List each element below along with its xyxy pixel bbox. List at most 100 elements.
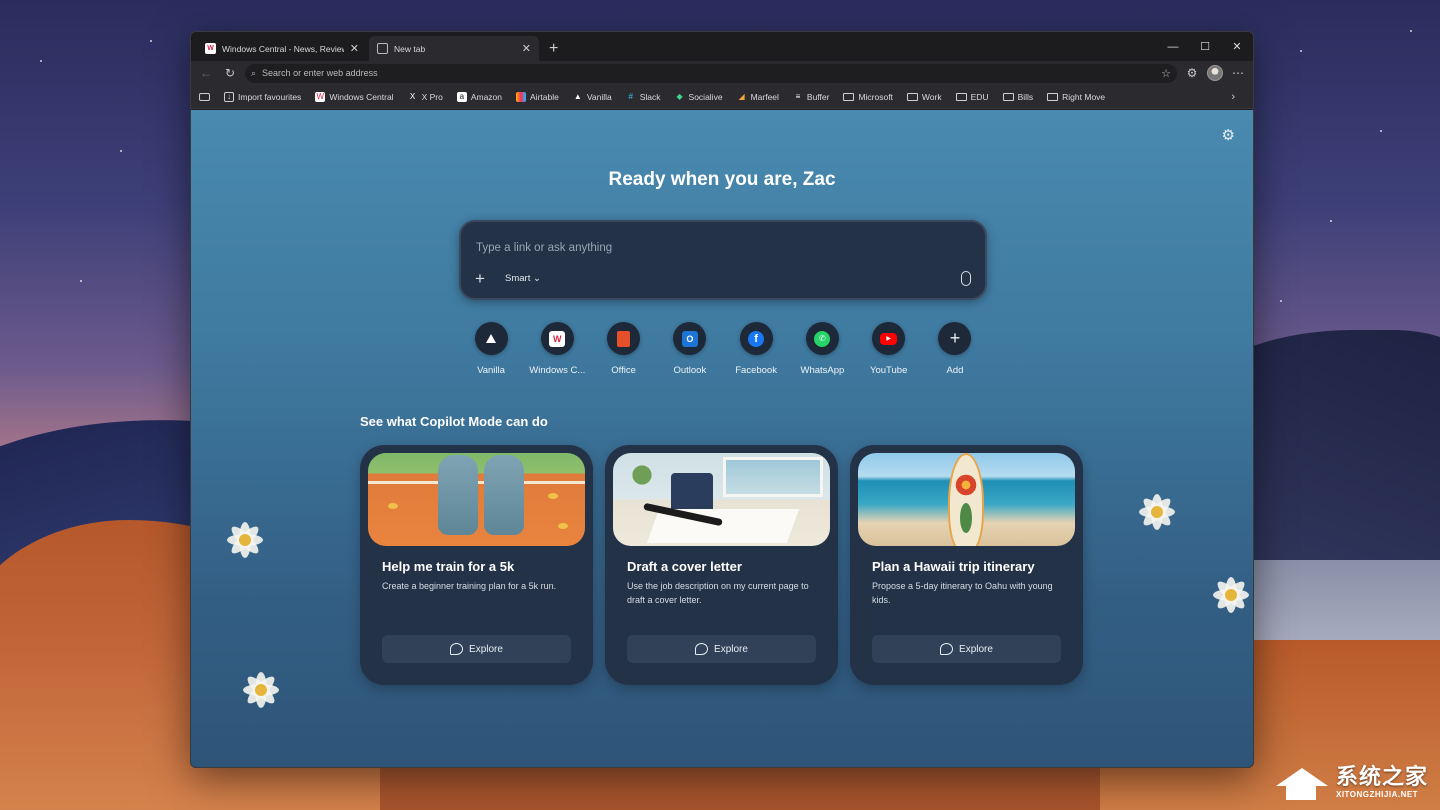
bookmark-amazon[interactable]: a Amazon xyxy=(456,91,502,102)
explore-button[interactable]: Explore xyxy=(382,635,571,663)
card-train-5k[interactable]: Help me train for a 5k Create a beginner… xyxy=(360,445,593,685)
close-window-button[interactable]: ✕ xyxy=(1221,32,1253,61)
shortcut-youtube[interactable]: ▶ YouTube xyxy=(857,322,921,376)
watermark-url: XITONGZHIJIA.NET xyxy=(1335,789,1419,799)
new-tab-button[interactable]: + xyxy=(549,41,558,57)
new-tab-page: ⚙ Ready when you are, Zac Type a link or… xyxy=(191,110,1253,767)
card-cover-letter[interactable]: Draft a cover letter Use the job descrip… xyxy=(605,445,838,685)
windows-central-icon: W xyxy=(549,330,566,347)
quick-links: Vanilla W Windows C... Office O Outlook … xyxy=(459,322,987,376)
chevron-right-icon[interactable]: › xyxy=(1231,91,1235,103)
daisy-decoration xyxy=(1127,482,1187,542)
card-description: Use the job description on my current pa… xyxy=(627,581,809,605)
watermark-text: 系统之家 xyxy=(1335,763,1428,789)
desk-scene-image xyxy=(613,453,830,546)
extensions-icon[interactable]: ⚙ xyxy=(1183,64,1201,82)
folder-icon xyxy=(955,92,967,101)
back-button[interactable]: ← xyxy=(197,64,215,82)
bookmark-vanilla[interactable]: ▲ Vanilla xyxy=(573,92,612,102)
chat-bubble-icon xyxy=(450,643,464,655)
daisy-decoration xyxy=(231,660,291,720)
bookmark-folder-microsoft[interactable]: Microsoft xyxy=(843,92,893,102)
browser-window: W Windows Central - News, Reviews ✕ New … xyxy=(190,31,1254,768)
navigation-toolbar: ← ↻ ⌕ Search or enter web address ☆ ⚙ ⋯ xyxy=(191,61,1253,85)
explore-button[interactable]: Explore xyxy=(872,635,1061,663)
page-settings-gear-icon[interactable]: ⚙ xyxy=(1222,126,1235,144)
shortcut-vanilla[interactable]: Vanilla xyxy=(459,322,523,376)
bookmark-folder-right-move[interactable]: Right Move xyxy=(1047,92,1105,102)
import-icon: ↓ xyxy=(224,91,234,102)
shortcut-whatsapp[interactable]: ✆ WhatsApp xyxy=(790,322,854,376)
folder-icon xyxy=(1002,92,1014,101)
shortcut-add[interactable]: + Add xyxy=(923,322,987,376)
card-description: Propose a 5-day itinerary to Oahu with y… xyxy=(872,581,1053,605)
facebook-icon: f xyxy=(748,330,765,347)
card-hawaii-trip[interactable]: Plan a Hawaii trip itinerary Propose a 5… xyxy=(850,445,1083,685)
folder-icon xyxy=(843,92,855,101)
marfeel-icon: ◢ xyxy=(738,92,745,101)
close-icon[interactable]: ✕ xyxy=(522,42,531,55)
shortcut-office[interactable]: Office xyxy=(592,322,656,376)
beach-surfboard-image xyxy=(858,453,1075,546)
bookmark-airtable[interactable]: Airtable xyxy=(516,91,559,102)
buffer-icon: ≡ xyxy=(795,92,801,101)
plus-icon: + xyxy=(949,328,961,348)
microphone-icon[interactable] xyxy=(961,271,971,286)
favorite-star-icon[interactable]: ☆ xyxy=(1161,67,1171,80)
tab-windows-central[interactable]: W Windows Central - News, Reviews ✕ xyxy=(197,36,367,61)
windows-central-favicon: W xyxy=(205,43,216,54)
explore-button[interactable]: Explore xyxy=(627,635,816,663)
bookmark-x-pro[interactable]: XX Pro xyxy=(408,92,443,102)
house-logo-icon xyxy=(1272,762,1330,802)
avatar[interactable] xyxy=(1207,65,1223,81)
copilot-cards: Help me train for a 5k Create a beginner… xyxy=(360,445,1083,685)
window-controls: — ☐ ✕ xyxy=(1157,32,1253,61)
office-icon xyxy=(617,330,631,347)
refresh-button[interactable]: ↻ xyxy=(221,64,239,82)
chat-bubble-icon xyxy=(940,643,954,655)
bookmark-marfeel[interactable]: ◢ Marfeel xyxy=(737,92,778,102)
whatsapp-icon: ✆ xyxy=(814,330,831,347)
address-bar[interactable]: ⌕ Search or enter web address ☆ xyxy=(245,63,1177,83)
slack-icon: # xyxy=(628,92,633,101)
youtube-icon: ▶ xyxy=(880,332,898,345)
add-attachment-plus-icon[interactable]: + xyxy=(475,270,485,287)
mode-dropdown[interactable]: Smart ⌄ xyxy=(505,273,541,284)
vanilla-icon xyxy=(486,334,496,343)
shortcut-facebook[interactable]: f Facebook xyxy=(724,322,788,376)
bookmark-windows-central[interactable]: W Windows Central xyxy=(315,91,394,102)
card-title: Help me train for a 5k xyxy=(382,559,515,574)
card-title: Draft a cover letter xyxy=(627,559,742,574)
tab-strip: W Windows Central - News, Reviews ✕ New … xyxy=(191,32,1253,61)
bookmark-folder-edu[interactable]: EDU xyxy=(955,92,989,102)
greeting-title: Ready when you are, Zac xyxy=(608,169,836,190)
running-shoes-image xyxy=(368,453,585,546)
shortcut-windows-central[interactable]: W Windows C... xyxy=(525,322,589,376)
maximize-button[interactable]: ☐ xyxy=(1189,32,1221,61)
copilot-prompt-box[interactable]: Type a link or ask anything + Smart ⌄ xyxy=(459,220,987,300)
vanilla-icon: ▲ xyxy=(573,92,582,101)
close-icon[interactable]: ✕ xyxy=(350,42,359,55)
bookmark-socialive[interactable]: ◆ Socialive xyxy=(675,92,722,102)
site-watermark: 系统之家 XITONGZHIJIA.NET xyxy=(1272,762,1428,802)
bookmark-folder-work[interactable]: Work xyxy=(906,92,942,102)
tab-actions-icon[interactable] xyxy=(199,92,210,101)
tab-title: New tab xyxy=(394,43,426,54)
favorites-bar: ↓ Import favourites W Windows Central XX P… xyxy=(191,85,1253,109)
bookmark-folder-bills[interactable]: Bills xyxy=(1002,92,1033,102)
amazon-icon: a xyxy=(456,91,467,102)
bookmark-slack[interactable]: # Slack xyxy=(626,92,661,102)
windows-central-icon: W xyxy=(315,91,326,102)
shortcut-outlook[interactable]: O Outlook xyxy=(658,322,722,376)
x-icon: X xyxy=(409,92,416,101)
more-menu-icon[interactable]: ⋯ xyxy=(1229,64,1247,82)
copilot-section-heading: See what Copilot Mode can do xyxy=(360,414,548,429)
airtable-icon xyxy=(516,91,527,102)
daisy-decoration xyxy=(215,510,275,570)
tab-new-tab[interactable]: New tab ✕ xyxy=(369,36,539,61)
prompt-input-placeholder[interactable]: Type a link or ask anything xyxy=(476,242,612,254)
card-title: Plan a Hawaii trip itinerary xyxy=(872,559,1035,574)
minimize-button[interactable]: — xyxy=(1157,32,1189,61)
bookmark-import-favourites[interactable]: ↓ Import favourites xyxy=(224,91,301,102)
bookmark-buffer[interactable]: ≡ Buffer xyxy=(793,92,830,102)
